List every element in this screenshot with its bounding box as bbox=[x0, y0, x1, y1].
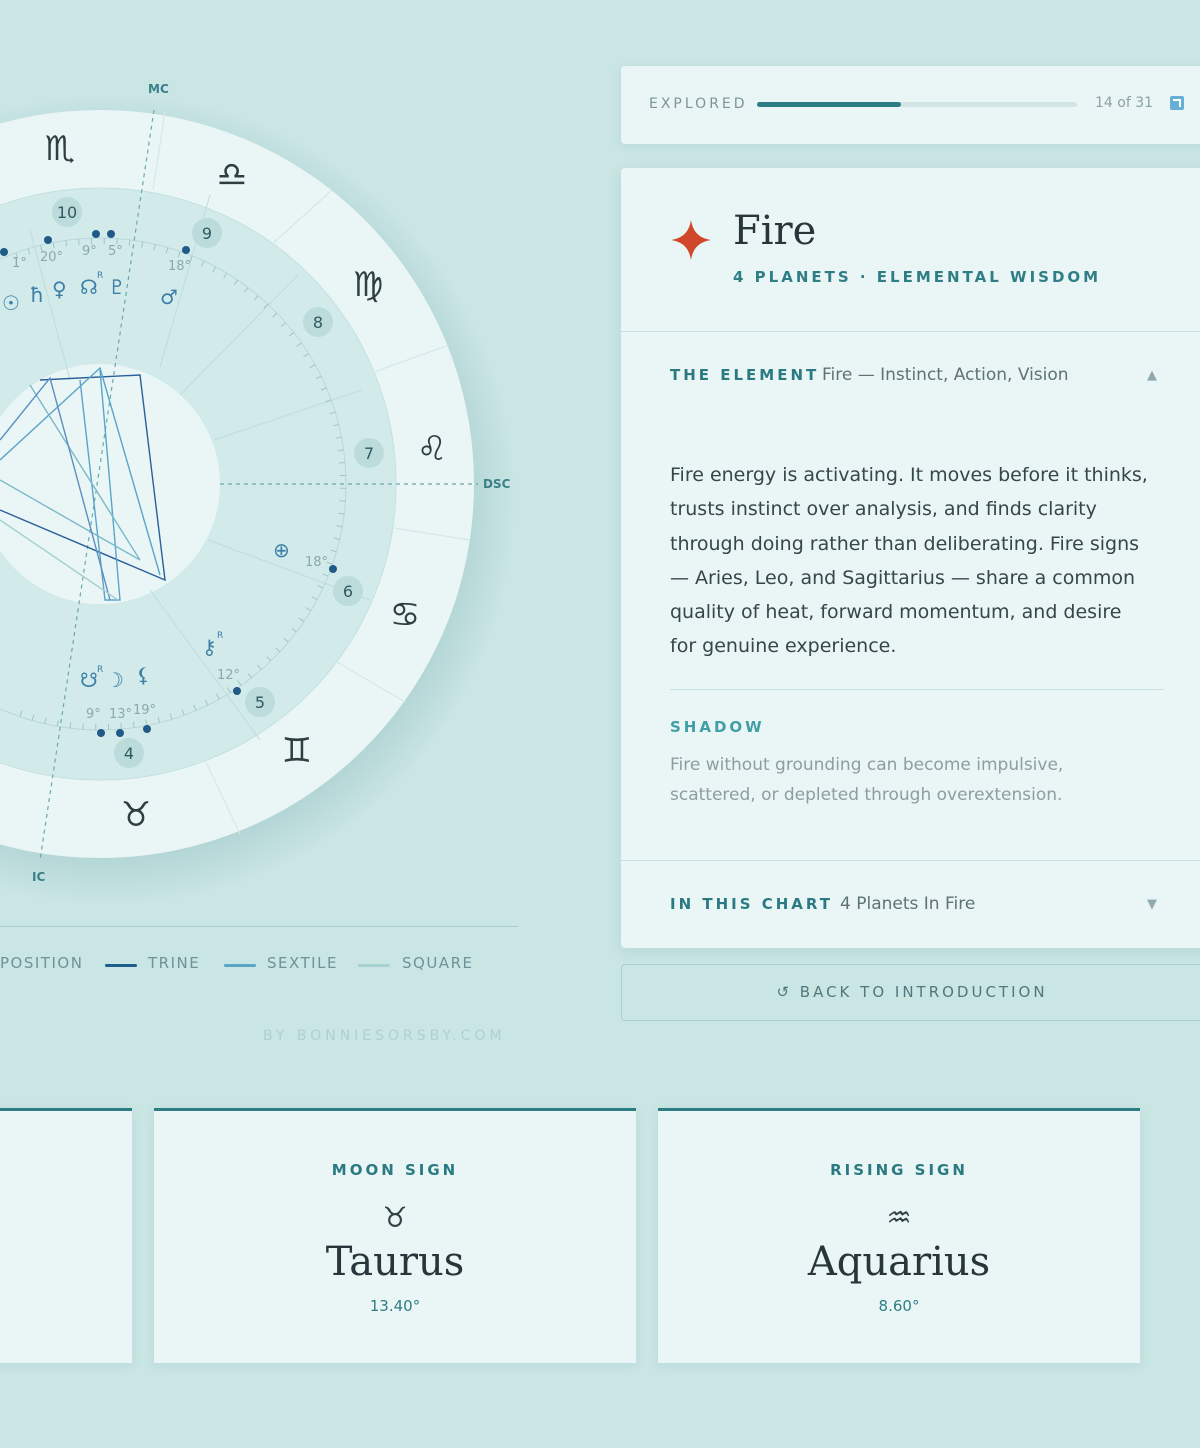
degree-tick bbox=[120, 723, 122, 730]
back-button-label: ↺ BACK TO INTRODUCTION bbox=[776, 983, 1048, 1001]
ic-label: IC bbox=[32, 870, 45, 884]
house-7-label: 7 bbox=[364, 444, 374, 463]
taurus-glyph: ♉ bbox=[121, 795, 151, 835]
moon-icon: ☽ bbox=[106, 668, 124, 692]
mc-label: MC bbox=[148, 82, 169, 96]
explored-progress-card: EXPLORED 14 of 31 bbox=[621, 66, 1200, 144]
shadow-line: Fire without grounding can become impuls… bbox=[670, 755, 1064, 775]
legend-opposition-label: POSITION bbox=[0, 954, 84, 972]
house-5-label: 5 bbox=[255, 693, 265, 712]
house-6-label: 6 bbox=[343, 582, 353, 601]
description-line: trusts instinct over analysis, and finds… bbox=[670, 498, 1097, 521]
divider bbox=[621, 860, 1200, 861]
element-description: Fire energy is activating. It moves befo… bbox=[670, 458, 1170, 664]
north-node-icon: ☊ bbox=[80, 275, 98, 299]
degree-label: 18° bbox=[168, 259, 191, 274]
retrograde-mark: R bbox=[217, 631, 223, 641]
explored-label: EXPLORED bbox=[649, 96, 748, 112]
element-title: Fire bbox=[733, 208, 817, 254]
sign-card-heading: MOON SIGN bbox=[331, 1161, 459, 1179]
description-line: Fire energy is activating. It moves befo… bbox=[670, 464, 1148, 486]
back-to-introduction-button[interactable]: ↺ BACK TO INTRODUCTION bbox=[621, 964, 1200, 1021]
house-8-label: 8 bbox=[313, 313, 323, 332]
legend-divider bbox=[0, 926, 518, 927]
external-link-icon[interactable] bbox=[1170, 96, 1184, 110]
degree-label: 9° bbox=[86, 707, 101, 722]
chiron-icon: ⚷ bbox=[202, 635, 217, 659]
venus-icon: ♀ bbox=[52, 277, 67, 301]
lilith-icon: ⚸ bbox=[136, 663, 151, 687]
gemini-glyph: ♊ bbox=[282, 731, 312, 771]
legend-sextile-line bbox=[224, 964, 256, 967]
retrograde-mark: R bbox=[97, 271, 103, 281]
degree-label: 13° bbox=[109, 707, 132, 722]
progress-fill bbox=[757, 102, 901, 107]
shadow-line: scattered, or depleted through overexten… bbox=[670, 785, 1063, 805]
libra-glyph: ♎ bbox=[217, 155, 247, 195]
sign-card-heading: RISING SIGN bbox=[830, 1161, 968, 1179]
legend-square-line bbox=[358, 964, 390, 967]
sign-name: Aquarius bbox=[807, 1239, 991, 1285]
caret-up-icon: ▲ bbox=[1147, 368, 1157, 383]
legend-trine-label: TRINE bbox=[148, 954, 201, 972]
virgo-glyph: ♍ bbox=[353, 265, 383, 305]
moon-sign-card[interactable]: MOON SIGN ♉ Taurus 13.40° bbox=[154, 1108, 636, 1363]
cancer-glyph: ♋ bbox=[390, 595, 420, 635]
degree-label: 5° bbox=[108, 244, 123, 259]
rising-sign-card[interactable]: RISING SIGN ♒ Aquarius 8.60° bbox=[658, 1108, 1140, 1363]
accordion-summary: Fire — Instinct, Action, Vision bbox=[822, 365, 1069, 385]
legend-sextile-label: SEXTILE bbox=[267, 954, 338, 972]
shadow-description: Fire without grounding can become impuls… bbox=[670, 750, 1140, 810]
sign-degree: 13.40° bbox=[369, 1297, 421, 1315]
description-line: — Aries, Leo, and Sagittarius — share a … bbox=[670, 566, 1136, 589]
degree-label: 18° bbox=[305, 555, 328, 570]
description-line: for genuine experience. bbox=[670, 635, 897, 658]
degree-label: 9° bbox=[82, 244, 97, 259]
accordion-summary: 4 Planets In Fire bbox=[840, 894, 976, 914]
accordion-heading: IN THIS CHART bbox=[670, 895, 834, 913]
element-detail-card: Fire 4 PLANETS · ELEMENTAL WISDOM THE EL… bbox=[621, 168, 1200, 948]
chart-wheel-svg: ♏ ♎ ♍ ♌ ♋ ♊ ♉ 10 9 8 7 6 5 4 1° 20° 9° 5… bbox=[0, 82, 515, 905]
sign-name: Taurus bbox=[325, 1239, 465, 1285]
shadow-heading: SHADOW bbox=[670, 718, 765, 736]
description-line: quality of heat, forward momentum, and d… bbox=[670, 601, 1122, 624]
scorpio-glyph: ♏ bbox=[45, 129, 75, 169]
sign-degree: 8.60° bbox=[878, 1297, 920, 1315]
degree-tick bbox=[339, 462, 346, 464]
degree-label: 20° bbox=[40, 250, 63, 265]
degree-tick bbox=[78, 238, 80, 245]
taurus-icon: ♉ bbox=[382, 1201, 408, 1234]
house-9-label: 9 bbox=[202, 224, 212, 243]
element-subtitle: 4 PLANETS · ELEMENTAL WISDOM bbox=[733, 268, 1102, 286]
pluto-icon: ♇ bbox=[108, 275, 126, 299]
natal-chart-wheel: ♏ ♎ ♍ ♌ ♋ ♊ ♉ 10 9 8 7 6 5 4 1° 20° 9° 5… bbox=[0, 0, 620, 1060]
degree-label: 1° bbox=[12, 256, 27, 271]
caret-down-icon: ▼ bbox=[1147, 897, 1157, 912]
accordion-heading: THE ELEMENT bbox=[670, 366, 820, 384]
divider bbox=[670, 689, 1164, 690]
aquarius-icon: ♒ bbox=[886, 1201, 912, 1234]
retrograde-mark: R bbox=[97, 665, 103, 675]
sun-sign-card[interactable] bbox=[0, 1108, 132, 1363]
house-4-label: 4 bbox=[124, 744, 134, 763]
legend-trine-line bbox=[105, 964, 137, 967]
divider bbox=[621, 331, 1200, 332]
leo-glyph: ♌ bbox=[417, 429, 447, 469]
degree-label: 19° bbox=[133, 703, 156, 718]
mars-icon: ♂ bbox=[160, 285, 178, 309]
explored-count: 14 of 31 bbox=[1095, 95, 1154, 111]
four-point-star-icon bbox=[671, 220, 711, 260]
saturn-icon: ħ bbox=[30, 283, 44, 307]
credit-text: BY BONNIESORSBY.COM bbox=[263, 1028, 506, 1044]
degree-label: 12° bbox=[217, 668, 240, 683]
legend-square-label: SQUARE bbox=[402, 954, 474, 972]
sun-icon: ☉ bbox=[2, 291, 20, 315]
dsc-label: DSC bbox=[483, 477, 511, 491]
part-of-fortune-icon: ⊕ bbox=[273, 538, 290, 562]
description-line: through doing rather than deliberating. … bbox=[670, 532, 1140, 555]
south-node-icon: ☋ bbox=[80, 668, 98, 692]
house-10-label: 10 bbox=[57, 203, 77, 222]
explored-progress-bar bbox=[757, 102, 1077, 107]
